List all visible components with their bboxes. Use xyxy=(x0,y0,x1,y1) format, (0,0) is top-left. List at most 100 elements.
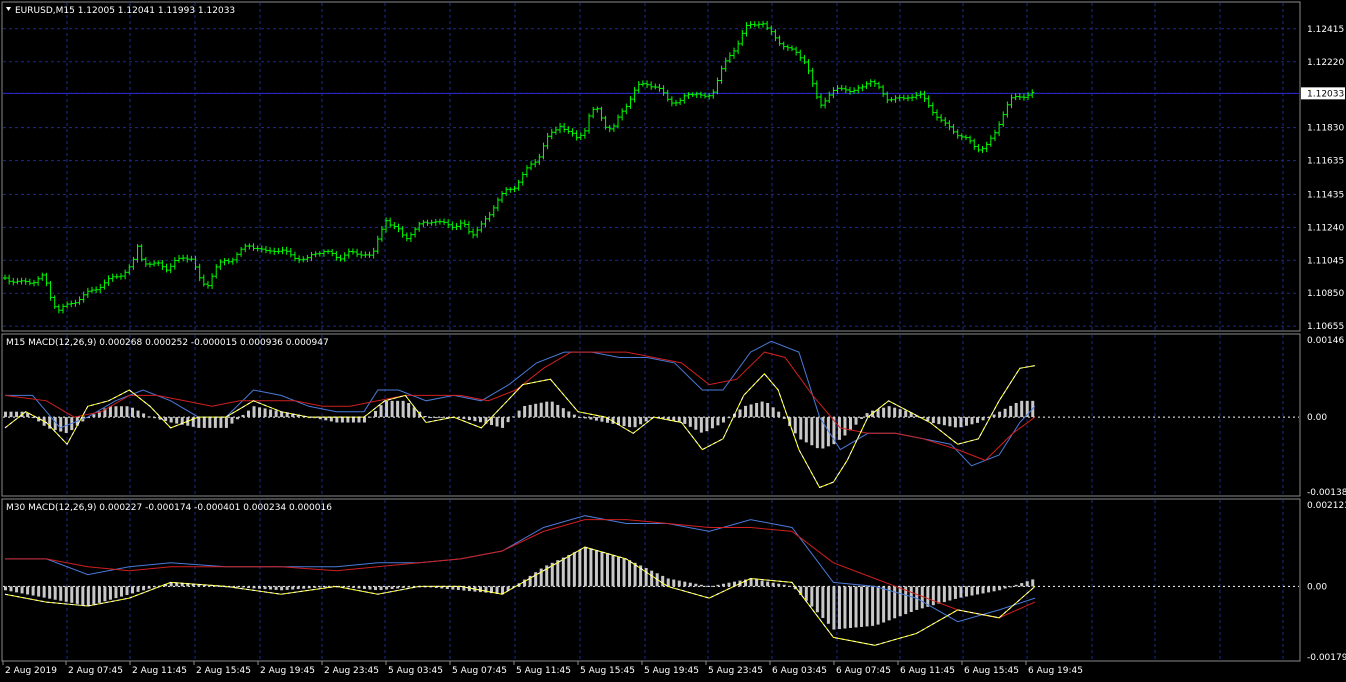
macd-histogram-bar xyxy=(9,586,13,592)
macd-histogram-bar xyxy=(440,417,444,419)
macd-histogram-bar xyxy=(644,417,648,422)
macd-histogram-bar xyxy=(512,416,516,418)
macd-histogram-bar xyxy=(721,583,725,587)
macd-histogram-bar xyxy=(434,417,438,419)
macd-histogram-bar xyxy=(1003,408,1007,418)
price-tick-label: 1.11830 xyxy=(1307,124,1344,134)
macd-histogram-bar xyxy=(456,417,460,419)
macd-histogram-bar xyxy=(59,417,63,432)
macd-histogram-bar xyxy=(1031,579,1035,587)
macd-histogram-bar xyxy=(865,586,869,627)
macd-histogram-bar xyxy=(42,586,46,598)
macd-histogram-bar xyxy=(976,417,980,423)
macd-histogram-bar xyxy=(125,406,129,418)
macd-histogram-bar xyxy=(31,586,35,596)
macd-histogram-bar xyxy=(114,406,118,418)
macd-histogram-bar xyxy=(362,586,366,589)
macd-histogram-bar xyxy=(848,586,852,628)
macd-histogram-bar xyxy=(92,586,96,605)
price-tick-label: 1.10850 xyxy=(1307,289,1344,299)
price-tick-label: 1.12220 xyxy=(1307,58,1344,68)
macd-histogram-bar xyxy=(617,556,621,587)
macd-histogram-bar xyxy=(473,417,477,422)
macd-histogram-bar xyxy=(992,414,996,418)
time-tick-label: 6 Aug 03:45 xyxy=(772,666,827,676)
time-tick-label: 2 Aug 07:45 xyxy=(68,666,123,676)
macd-histogram-bar xyxy=(401,586,405,588)
time-tick-label: 5 Aug 19:45 xyxy=(644,666,699,676)
macd-histogram-bar xyxy=(605,553,609,587)
macd-tick-label: 0.002123 xyxy=(1307,501,1346,511)
macd-histogram-bar xyxy=(307,586,311,589)
dropdown-triangle-icon[interactable] xyxy=(6,7,11,11)
macd-histogram-bar xyxy=(760,580,764,587)
macd-histogram-bar xyxy=(837,586,841,630)
macd-histogram-bar xyxy=(545,401,549,418)
macd-series-line-2 xyxy=(4,365,1036,489)
macd-histogram-bar xyxy=(639,417,643,425)
macd-histogram-bar xyxy=(81,586,85,605)
macd-histogram-bar xyxy=(208,417,212,428)
macd-histogram-bar xyxy=(893,407,897,418)
time-tick-label: 2 Aug 2019 xyxy=(5,666,57,676)
macd-histogram-bar xyxy=(329,417,333,422)
macd-histogram-bar xyxy=(247,410,251,418)
macd-histogram-bar xyxy=(964,417,968,426)
macd-histogram-bar xyxy=(213,417,217,428)
macd-histogram-bar xyxy=(269,586,273,590)
time-tick-label: 6 Aug 07:45 xyxy=(836,666,891,676)
macd-histogram-bar xyxy=(1025,581,1029,587)
macd-histogram-bar xyxy=(202,417,206,428)
price-tick-label: 1.12415 xyxy=(1307,25,1344,35)
macd-histogram-bar xyxy=(904,410,908,418)
macd-histogram-bar xyxy=(622,417,626,427)
macd-histogram-bar xyxy=(854,417,858,425)
macd-histogram-bar xyxy=(793,417,797,434)
macd-histogram-bar xyxy=(26,586,30,595)
macd-histogram-bar xyxy=(197,417,201,428)
macd-histogram-bar xyxy=(964,586,968,597)
macd-histogram-bar xyxy=(942,586,946,603)
macd-histogram-bar xyxy=(594,417,598,421)
macd-histogram-bar xyxy=(4,411,7,418)
macd-histogram-bar xyxy=(15,411,19,418)
macd-histogram-bar xyxy=(887,586,891,621)
macd-histogram-bar xyxy=(75,586,79,604)
macd-histogram-bar xyxy=(131,407,135,418)
macd-histogram-bar xyxy=(108,406,112,418)
macd-histogram-bar xyxy=(843,417,847,436)
macd-histogram-bar xyxy=(749,578,753,587)
time-tick-label: 5 Aug 15:45 xyxy=(580,666,635,676)
macd-histogram-bar xyxy=(219,417,223,428)
macd2-title: M30 MACD(12,26,9) 0.000227 -0.000174 -0.… xyxy=(6,503,332,513)
macd-histogram-bar xyxy=(1009,405,1013,418)
macd-histogram-bar xyxy=(799,417,803,440)
time-tick-label: 6 Aug 15:45 xyxy=(964,666,1019,676)
macd-histogram-bar xyxy=(390,400,394,418)
macd-histogram-bar xyxy=(716,417,720,426)
macd-histogram-bar xyxy=(324,586,328,588)
time-tick-label: 6 Aug 11:45 xyxy=(900,666,955,676)
macd-histogram-bar xyxy=(815,586,819,613)
macd-histogram-bar xyxy=(346,417,350,423)
macd-histogram-bar xyxy=(1014,584,1018,587)
macd-histogram-bar xyxy=(567,554,571,587)
macd-histogram-bar xyxy=(59,586,63,601)
trading-chart[interactable]: 1.12415 1.12220 1.12033 1.11830 1.11635 1.114… xyxy=(0,0,1346,682)
macd-histogram-bar xyxy=(9,411,13,418)
macd-histogram-bar xyxy=(738,409,742,418)
macd-histogram-bar xyxy=(589,548,593,587)
macd-histogram-bar xyxy=(351,586,355,588)
current-price-label: 1.12033 xyxy=(1307,89,1344,99)
time-tick-label: 5 Aug 07:45 xyxy=(452,666,507,676)
macd-histogram-bar xyxy=(727,582,731,587)
macd-histogram-bar xyxy=(589,417,593,420)
macd-histogram-bar xyxy=(854,586,858,628)
macd-histogram-bar xyxy=(86,586,90,606)
macd-histogram-bar xyxy=(357,417,361,423)
macd-histogram-bar xyxy=(860,417,864,419)
macd-histogram-bar xyxy=(771,407,775,418)
macd-histogram-bar xyxy=(583,417,587,419)
macd-histogram-bar xyxy=(1003,586,1007,589)
macd-histogram-bar xyxy=(810,417,814,446)
